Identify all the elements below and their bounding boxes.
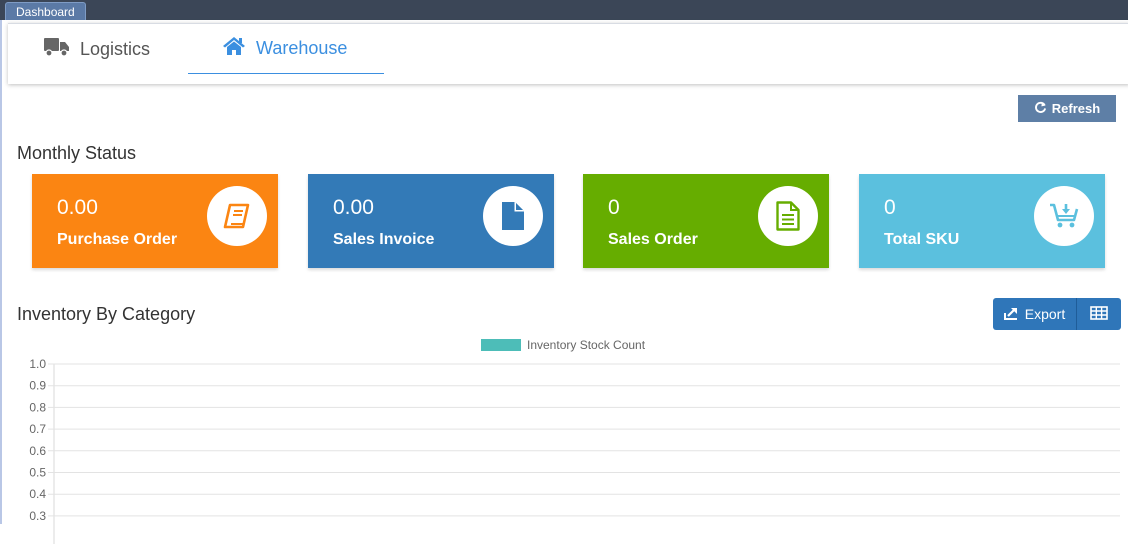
export-icon bbox=[1003, 306, 1019, 323]
y-tick-label: 0.7 bbox=[29, 422, 46, 436]
sales-order-label: Sales Order bbox=[608, 231, 698, 248]
tab-warehouse[interactable]: Warehouse bbox=[188, 24, 384, 74]
inventory-chart: Inventory Stock Count 1.0 0.9 0.8 0.7 0.6 0.5… bbox=[29, 338, 1120, 544]
sales-order-value: 0 bbox=[608, 196, 620, 219]
y-tick-label: 0.3 bbox=[29, 509, 46, 523]
y-tick-label: 0.9 bbox=[29, 379, 46, 393]
sales-invoice-label: Sales Invoice bbox=[333, 231, 435, 248]
y-tick-label: 0.8 bbox=[29, 400, 46, 414]
sales-invoice-card[interactable]: 0.00 Sales Invoice bbox=[308, 174, 554, 268]
legend-label: Inventory Stock Count bbox=[527, 338, 646, 352]
sales-invoice-value: 0.00 bbox=[333, 196, 374, 219]
export-button[interactable]: Export bbox=[993, 298, 1076, 330]
main-frame: Logistics Warehouse Refresh Monthly Stat… bbox=[0, 20, 1128, 544]
inventory-by-category-title: Inventory By Category bbox=[17, 304, 196, 324]
sales-order-card[interactable]: 0 Sales Order bbox=[583, 174, 829, 268]
file-icon bbox=[483, 186, 543, 246]
total-sku-value: 0 bbox=[884, 196, 896, 219]
y-axis: 1.0 0.9 0.8 0.7 0.6 0.5 0.4 0.3 bbox=[29, 357, 1120, 544]
y-tick-label: 0.6 bbox=[29, 444, 46, 458]
total-sku-label: Total SKU bbox=[884, 231, 960, 248]
y-tick-label: 1.0 bbox=[29, 357, 46, 371]
refresh-button[interactable]: Refresh bbox=[1018, 95, 1116, 122]
legend-swatch bbox=[481, 339, 521, 351]
refresh-label: Refresh bbox=[1051, 101, 1101, 116]
book-icon bbox=[207, 186, 267, 246]
document-lines-icon bbox=[758, 186, 818, 246]
monthly-status-title: Monthly Status bbox=[17, 143, 137, 163]
y-tick-label: 0.5 bbox=[29, 466, 46, 480]
tab-warehouse-label: Warehouse bbox=[256, 38, 348, 58]
tab-logistics[interactable]: Logistics bbox=[44, 24, 194, 74]
truck-icon bbox=[44, 37, 70, 62]
tab-logistics-label: Logistics bbox=[80, 38, 151, 59]
y-tick-label: 0.4 bbox=[29, 487, 46, 501]
table-icon bbox=[1090, 305, 1108, 323]
purchase-order-value: 0.00 bbox=[57, 196, 98, 219]
dashboard-tab[interactable]: Dashboard bbox=[5, 2, 86, 20]
total-sku-card[interactable]: 0 Total SKU bbox=[859, 174, 1105, 268]
purchase-order-card[interactable]: 0.00 Purchase Order bbox=[32, 174, 278, 268]
refresh-icon bbox=[1034, 101, 1047, 117]
top-bar: Dashboard bbox=[0, 0, 1128, 20]
table-view-button[interactable] bbox=[1076, 298, 1121, 330]
purchase-order-label: Purchase Order bbox=[57, 231, 178, 248]
home-icon bbox=[222, 36, 246, 61]
module-tabs: Logistics Warehouse bbox=[8, 23, 1128, 84]
export-label: Export bbox=[1024, 306, 1066, 322]
cart-download-icon bbox=[1034, 186, 1094, 246]
